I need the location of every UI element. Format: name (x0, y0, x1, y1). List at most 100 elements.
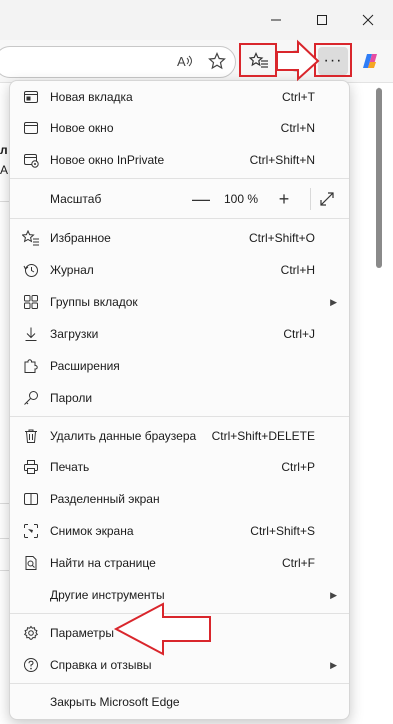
help-icon (22, 656, 40, 674)
menu-item-shortcut: Ctrl+N (280, 121, 315, 135)
favorites-star-list-icon (249, 52, 268, 68)
menu-item-label: Новое окно (50, 121, 114, 135)
menu-divider (10, 416, 349, 417)
menu-item-label: Группы вкладок (50, 295, 138, 309)
screenshot-icon (22, 522, 40, 540)
new-tab-icon (22, 88, 40, 106)
menu-item-shortcut: Ctrl+H (280, 263, 315, 277)
menu-divider (10, 613, 349, 614)
download-icon (22, 325, 40, 343)
menu-item-passwords[interactable]: Пароли (10, 383, 349, 413)
menu-item-split-screen[interactable]: Разделенный экран (10, 484, 349, 514)
menu-item-label: Снимок экрана (50, 524, 134, 538)
settings-and-more-button[interactable]: ··· (318, 47, 348, 75)
menu-item-more-tools[interactable]: Другие инструменты ▶ (10, 580, 349, 610)
minimize-icon (271, 19, 281, 21)
maximize-button[interactable] (308, 6, 336, 34)
menu-item-label: Разделенный экран (50, 492, 160, 506)
read-aloud-icon: A (177, 54, 192, 69)
zoom-out-button[interactable]: — (190, 188, 212, 210)
find-icon (22, 554, 40, 572)
menu-item-shortcut: Ctrl+J (283, 327, 315, 341)
menu-item-label: Избранное (50, 231, 111, 245)
zoom-value: 100 % (223, 192, 259, 206)
menu-item-new-inprivate-window[interactable]: Новое окно InPrivate Ctrl+Shift+N (10, 145, 349, 175)
menu-divider (10, 178, 349, 179)
key-icon (22, 389, 40, 407)
add-favorite-button[interactable] (204, 48, 230, 74)
menu-item-label: Справка и отзывы (50, 658, 152, 672)
tab-groups-icon (22, 293, 40, 311)
zoom-in-button[interactable]: + (273, 188, 295, 210)
menu-item-shortcut: Ctrl+Shift+DELETE (211, 429, 315, 443)
scrollbar-thumb[interactable] (376, 88, 382, 268)
menu-item-label: Расширения (50, 359, 120, 373)
star-icon (208, 52, 226, 70)
menu-item-label: Найти на странице (50, 556, 156, 570)
chevron-right-icon: ▶ (330, 296, 337, 307)
menu-item-find-on-page[interactable]: Найти на странице Ctrl+F (10, 548, 349, 578)
menu-item-new-window[interactable]: Новое окно Ctrl+N (10, 113, 349, 143)
menu-item-shortcut: Ctrl+Shift+S (250, 524, 315, 538)
printer-icon (22, 458, 40, 476)
menu-item-label: Журнал (50, 263, 94, 277)
menu-item-downloads[interactable]: Загрузки Ctrl+J (10, 319, 349, 349)
history-icon (22, 261, 40, 279)
menu-item-tab-groups[interactable]: Группы вкладок ▶ (10, 287, 349, 317)
gear-icon (22, 624, 40, 642)
svg-text:A: A (177, 54, 186, 69)
menu-item-label: Другие инструменты (50, 588, 165, 602)
read-aloud-button[interactable]: A (172, 48, 198, 74)
menu-item-label: Закрыть Microsoft Edge (50, 695, 180, 709)
menu-item-screenshot[interactable]: Снимок экрана Ctrl+Shift+S (10, 516, 349, 546)
zoom-label: Масштаб (50, 192, 102, 206)
menu-item-label: Загрузки (50, 327, 99, 341)
menu-item-close-edge[interactable]: Закрыть Microsoft Edge (10, 687, 349, 717)
page-snippet: А (0, 163, 9, 177)
puzzle-icon (22, 357, 40, 375)
split-screen-icon (22, 490, 40, 508)
page-snippet: л (0, 143, 8, 157)
menu-item-label: Новая вкладка (50, 90, 133, 104)
close-window-button[interactable] (354, 6, 382, 34)
menu-divider (10, 218, 349, 219)
menu-item-label: Печать (50, 460, 90, 474)
menu-item-extensions[interactable]: Расширения (10, 351, 349, 381)
menu-item-print[interactable]: Печать Ctrl+P (10, 452, 349, 482)
inprivate-icon (22, 151, 40, 169)
menu-item-help-and-feedback[interactable]: Справка и отзывы ▶ (10, 650, 349, 680)
more-icon: ··· (323, 52, 343, 69)
favorites-icon (22, 229, 40, 247)
copilot-icon (363, 54, 377, 68)
address-bar[interactable] (0, 46, 236, 78)
menu-item-favorites[interactable]: Избранное Ctrl+Shift+O (10, 223, 349, 253)
menu-item-history[interactable]: Журнал Ctrl+H (10, 255, 349, 285)
chevron-right-icon: ▶ (330, 659, 337, 670)
maximize-icon (317, 15, 327, 25)
menu-item-label: Параметры (50, 626, 114, 640)
settings-menu: Новая вкладка Ctrl+T Новое окно Ctrl+N Н… (9, 80, 350, 720)
minimize-button[interactable] (262, 6, 290, 34)
chevron-right-icon: ▶ (330, 589, 337, 600)
profile-button[interactable] (283, 47, 311, 75)
fullscreen-button[interactable] (316, 188, 338, 210)
menu-item-shortcut: Ctrl+Shift+N (249, 153, 315, 167)
favorites-button[interactable] (246, 48, 272, 74)
menu-item-clear-browsing-data[interactable]: Удалить данные браузера Ctrl+Shift+DELET… (10, 421, 349, 451)
fullscreen-icon (320, 192, 334, 206)
avatar (286, 50, 308, 72)
menu-item-settings[interactable]: Параметры (10, 618, 349, 648)
title-bar (0, 0, 393, 40)
zoom-divider (310, 188, 311, 210)
copilot-button[interactable] (357, 48, 383, 74)
menu-item-label: Удалить данные браузера (50, 429, 197, 443)
menu-item-shortcut: Ctrl+F (282, 556, 315, 570)
menu-item-label: Пароли (50, 391, 93, 405)
close-icon (362, 14, 374, 26)
menu-item-shortcut: Ctrl+T (282, 90, 315, 104)
trash-icon (22, 427, 40, 445)
zoom-row: Масштаб — 100 % + (10, 184, 349, 214)
menu-item-new-tab[interactable]: Новая вкладка Ctrl+T (10, 82, 349, 112)
menu-item-label: Новое окно InPrivate (50, 153, 165, 167)
menu-item-shortcut: Ctrl+Shift+O (248, 231, 315, 245)
